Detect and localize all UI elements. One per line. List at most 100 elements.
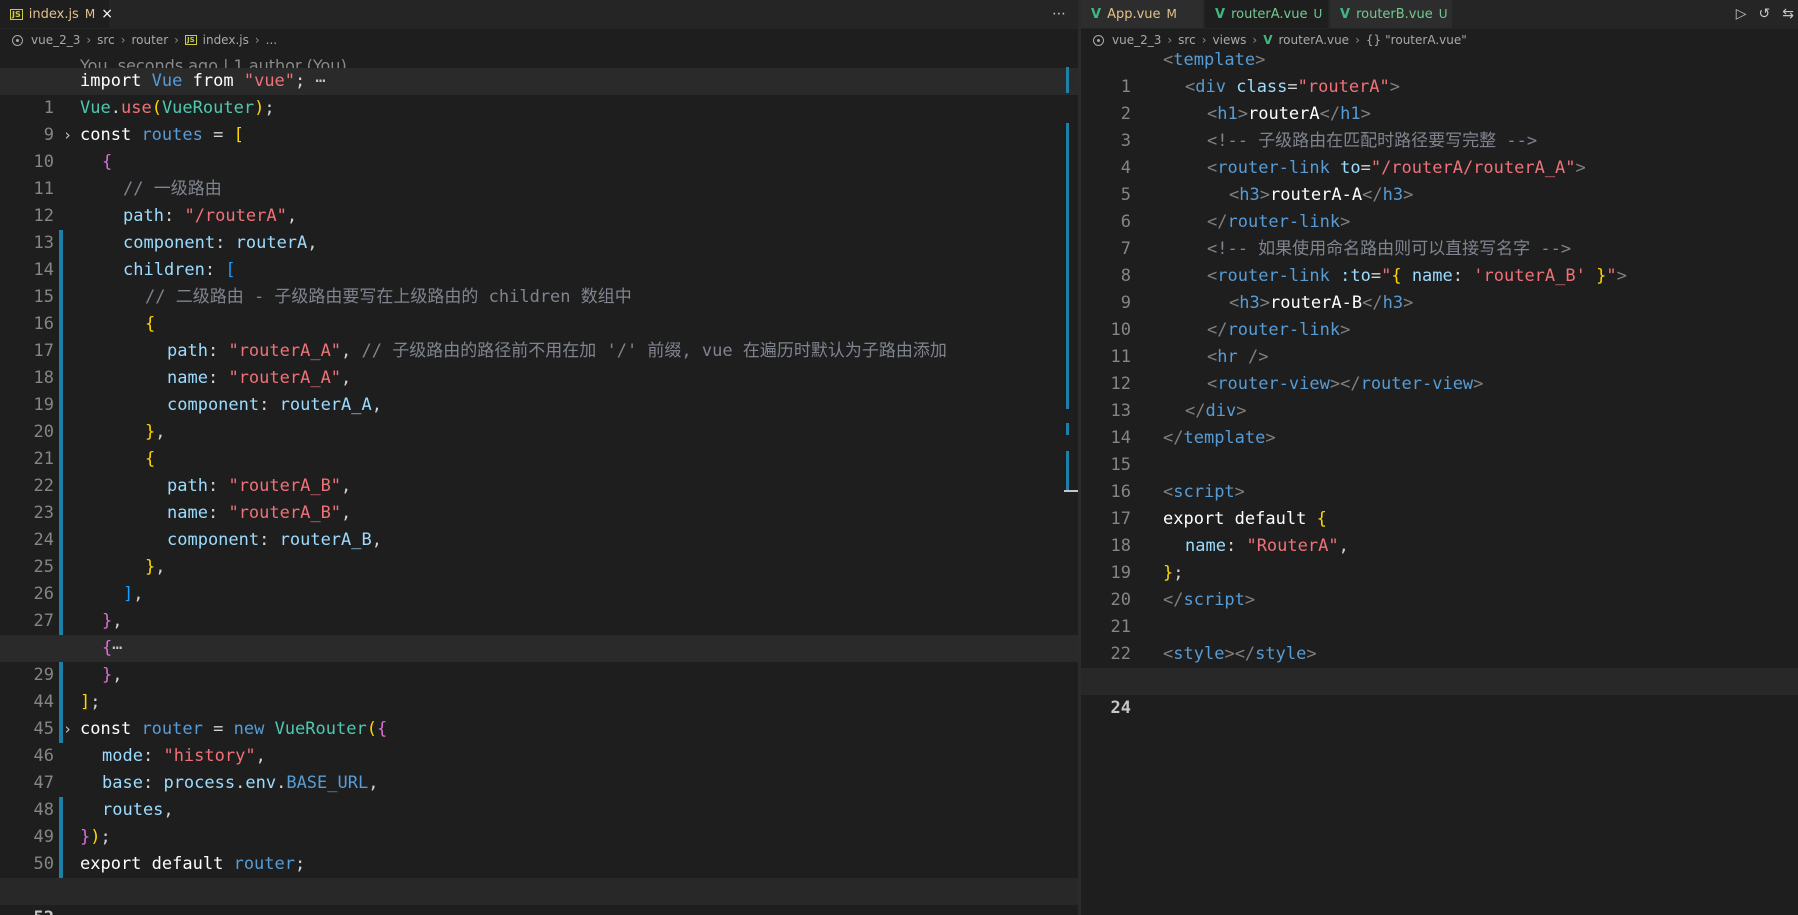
js-file-icon: JS [184,35,197,45]
scrollbar-change-marker[interactable] [1066,67,1069,93]
code-line: 26 }, [0,554,1078,635]
right-tab-bar: V App.vue M V routerA.vue U × V routerB.… [1081,0,1798,29]
code-line: 19 name: "RouterA", [1081,533,1798,583]
breadcrumb-item-src[interactable]: src [97,33,115,47]
right-editor-group: V App.vue M V routerA.vue U × V routerB.… [1081,0,1798,915]
tab-label: routerB.vue [1356,6,1433,22]
tab-routera-vue[interactable]: V routerA.vue U × [1205,0,1340,28]
tab-app-vue[interactable]: V App.vue M [1081,0,1204,28]
code-line: 29 › {⋯ [0,635,1078,738]
breadcrumb-item-file[interactable]: VrouterA.vue [1263,33,1349,47]
breadcrumb-label: vue_2_3 [31,33,81,47]
code-text: children: [ [123,260,236,280]
code-line: 10 const routes = [ [0,122,1078,172]
code-text: <template> [1163,50,1266,70]
breadcrumb-item-src[interactable]: src [1178,33,1196,47]
code-text: <router-link :to="{ name: 'routerA_B' }"… [1207,266,1627,286]
breadcrumb-item-file[interactable]: JS index.js [184,33,249,47]
code-text: const router = new VueRouter({ [80,719,388,739]
code-line: 2 <div class="routerA"> [1081,74,1798,124]
code-text: name: "RouterA", [1185,536,1349,556]
code-line: 21 </script> [1081,587,1798,637]
tab-index-js[interactable]: JS index.js M × [0,0,113,28]
code-text: path: "routerA_B", [167,476,352,496]
breadcrumb-item-symbol[interactable]: ... [266,33,277,47]
run-icon[interactable]: ▷ [1736,6,1747,22]
breadcrumb-label: index.js [202,33,249,47]
code-text: ], [123,584,144,604]
code-text: </script> [1163,590,1256,610]
code-text: <!-- 子级路由在匹配时路径要写完整 --> [1207,131,1538,151]
code-line: 8 <!-- 如果使用命名路由则可以直接写名字 --> [1081,236,1798,286]
code-text: import Vue from "vue"; ⋯ [80,71,326,91]
code-text: base: process.env.BASE_URL, [102,773,379,793]
code-line: 24 name: "routerA_B", [0,500,1078,581]
breadcrumb-item-router[interactable]: router [132,33,169,47]
scrollbar-cursor-marker[interactable] [1064,490,1078,492]
scrollbar-change-marker[interactable] [1066,123,1069,409]
compare-changes-icon[interactable]: ⇆ [1782,6,1794,22]
code-text: const routes = [ [80,125,244,145]
close-icon[interactable]: × [101,6,113,22]
breadcrumb-label: views [1212,33,1247,47]
chevron-right-icon: › [86,33,92,47]
object-icon: {} [1365,33,1382,47]
code-line: 51 export default router; [0,851,1078,901]
code-text: </router-link> [1207,320,1351,340]
tab-label: index.js [28,6,79,22]
code-text: mode: "history", [102,746,266,766]
line-number: 24 [1110,698,1131,718]
code-text: // 二级路由 - 子级路由要写在上级路由的 children 数组中 [145,287,632,307]
code-text: }, [145,422,166,442]
code-text: routes, [102,800,174,820]
code-text: { [102,152,113,172]
code-line: 25 component: routerA_B, [0,527,1078,608]
more-actions-icon[interactable]: ⋯ [1052,6,1066,22]
folded-ellipsis[interactable]: ⋯ [316,71,326,91]
code-line: 24 [1081,668,1798,718]
code-line: 5 <router-link to="/routerA/routerA_A"> [1081,155,1798,205]
code-line: 11 { [0,149,1078,199]
right-code-area[interactable]: 1 <template> 2 <div class="routerA"> 3 <… [1081,50,1798,915]
tab-status-badge: U [1313,7,1323,21]
code-line: 9 <router-link :to="{ name: 'routerA_B' … [1081,263,1798,313]
scrollbar-change-marker[interactable] [1066,423,1069,435]
code-text: </router-link> [1207,212,1351,232]
breadcrumb-item-symbol[interactable]: {} "routerA.vue" [1366,33,1467,47]
code-text: <h1>routerA</h1> [1207,104,1371,124]
vue-file-icon: V [1340,6,1351,22]
code-text: {⋯ [102,638,123,658]
left-code-area[interactable]: You, seconds ago | 1 author (You) 1 › im… [0,51,1078,915]
breadcrumb-item-views[interactable]: views [1213,33,1247,47]
code-line: 1 › import Vue from "vue"; ⋯ [0,68,1078,144]
code-line: 52 [0,878,1078,915]
code-text: path: "/routerA", [123,206,298,226]
code-line: 17 { [0,311,1078,392]
scrollbar-change-marker[interactable] [1066,451,1069,491]
code-line: 46 const router = new VueRouter({ [0,716,1078,766]
code-line: 7 </router-link> [1081,209,1798,259]
tab-routerb-vue[interactable]: V routerB.vue U [1330,0,1453,28]
code-text: }, [102,665,123,685]
breadcrumb-label: src [1178,33,1196,47]
code-line: 22 { [0,446,1078,527]
code-text: <h3>routerA-A</h3> [1229,185,1414,205]
code-text: export default { [1163,509,1327,529]
folded-ellipsis[interactable]: ⋯ [112,638,122,658]
code-text: }); [80,827,111,847]
chevron-right-icon: › [1355,33,1360,47]
breadcrumb-item-project[interactable]: vue_2_3 [1093,33,1161,47]
chevron-right-icon: › [174,33,179,47]
code-line: 48 base: process.env.BASE_URL, [0,770,1078,851]
history-icon[interactable]: ↺ [1759,6,1771,22]
breadcrumb-label: ... [265,33,278,47]
code-text: }, [145,557,166,577]
code-line: 12 // 一级路由 [0,176,1078,257]
code-line: 12 <hr /> [1081,344,1798,394]
code-text: component: routerA_B, [167,530,382,550]
code-text: }, [102,611,123,631]
code-text: { [145,314,156,334]
breadcrumb-item-project[interactable]: vue_2_3 [12,33,80,47]
code-text: <script> [1163,482,1245,502]
tab-status-badge: U [1438,7,1448,21]
